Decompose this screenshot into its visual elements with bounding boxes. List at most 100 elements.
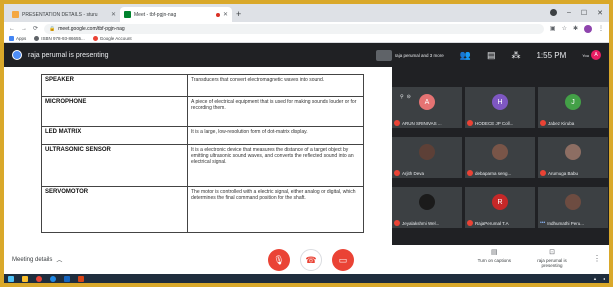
file-explorer-icon[interactable] [22, 275, 28, 282]
meeting-details-button[interactable]: Meeting details ︿ [12, 255, 63, 265]
slides-favicon-icon [12, 11, 19, 18]
close-icon[interactable]: ✕ [111, 11, 116, 18]
participant-tile[interactable]: ••• Indhumathi Peru... [538, 187, 608, 228]
meet-favicon-icon [124, 11, 131, 18]
close-icon[interactable]: ✕ [223, 11, 228, 18]
participant-tile[interactable]: A ⚲ ⊝ ARUN SRINIVAS ... [392, 87, 462, 128]
volume-icon[interactable]: ◂ [603, 276, 605, 281]
forward-icon[interactable]: → [21, 26, 27, 32]
windows-start-icon[interactable] [8, 275, 14, 282]
participant-tile[interactable]: J Jabez Kiruba [538, 87, 608, 128]
thumbnail-label: raja perumal and 3 more [394, 52, 444, 58]
close-window-icon[interactable]: ✕ [597, 9, 603, 17]
camera-icon[interactable]: ▣ [550, 25, 556, 32]
chrome-icon[interactable] [36, 275, 42, 282]
call-controls: 🎙 ☎ ▭ [268, 249, 354, 271]
avatar [12, 50, 22, 60]
system-tray: ▲ ◂ [593, 276, 605, 281]
you-label: You [582, 52, 589, 58]
mic-muted-icon [540, 170, 546, 176]
back-icon[interactable]: ← [9, 26, 15, 32]
chevron-up-icon: ︿ [56, 258, 63, 264]
reload-icon[interactable]: ⟳ [33, 25, 38, 32]
participant-tile[interactable]: R RajaPerumal T.A [465, 187, 535, 228]
table-row: ULTRASONIC SENSOR It is a electronic devi… [41, 144, 364, 187]
address-bar: ← → ⟳ 🔒 meet.google.com/tbf-pgjn-nag ▣ ☆… [4, 22, 609, 35]
participant-name-row: Jabez Kiruba [540, 120, 606, 126]
table-row: SERVOMOTOR The motor is controlled with a… [41, 186, 364, 233]
participant-tile[interactable]: Jeyalakshmi Wel... [392, 187, 462, 228]
term-cell: LED MATRIX [41, 126, 188, 145]
avatar [492, 144, 508, 160]
menu-icon[interactable]: ⋮ [598, 25, 604, 32]
participant-name-row: Jeyalakshmi Wel... [394, 220, 460, 226]
avatar[interactable] [584, 24, 592, 33]
avatar [419, 144, 435, 160]
new-tab-button[interactable]: + [236, 9, 241, 19]
clock: 1:55 PM [536, 50, 567, 60]
presenter-thumbnail[interactable]: raja perumal and 3 more [375, 49, 444, 61]
meet-top-controls: raja perumal and 3 more 👥 ▤ ⁂ 1:55 PM Yo… [375, 49, 601, 61]
pin-icon[interactable]: ⚲ [400, 94, 404, 100]
mic-muted-icon [467, 120, 473, 126]
self-tile-controls: ⚲ ⊝ [400, 94, 411, 100]
people-icon[interactable]: 👥 [460, 50, 471, 61]
maximize-icon[interactable]: ☐ [581, 9, 587, 17]
tab-title: Meet - tbf-pgjn-nag [134, 11, 177, 18]
participant-tile[interactable]: H HODECE JP Coll... [465, 87, 535, 128]
definition-cell: Transducers that convert electromagnetic… [187, 74, 364, 97]
term-cell: ULTRASONIC SENSOR [41, 144, 188, 187]
bookmark-google-account[interactable]: Google Account [92, 36, 132, 41]
tab-meet[interactable]: Meet - tbf-pgjn-nag ✕ [120, 7, 232, 22]
avatar: R [492, 194, 508, 210]
bookmark-label: ISBN 978-93-86655... [41, 36, 85, 41]
window-controls: – ☐ ✕ [549, 9, 609, 17]
self-view[interactable]: You A [582, 50, 601, 60]
network-icon[interactable]: ▲ [593, 276, 597, 281]
phone-hangup-icon: ☎ [305, 254, 317, 265]
participant-grid: A ⚲ ⊝ ARUN SRINIVAS ... H HODECE JP Coll... J J… [392, 87, 609, 245]
avatar [419, 194, 435, 210]
participant-name: debaparna seng... [475, 170, 512, 176]
camera-off-button[interactable]: ▭ [332, 249, 354, 271]
profile-icon[interactable] [549, 9, 557, 16]
leave-call-button[interactable]: ☎ [300, 249, 322, 271]
word-icon[interactable] [64, 275, 70, 282]
present-status-button[interactable]: ⊡ raja perumal is presenting [533, 248, 571, 268]
mic-muted-icon [467, 220, 473, 226]
participant-tile[interactable]: debaparna seng... [465, 137, 535, 178]
bookmark-apps[interactable]: Apps [9, 36, 26, 41]
url-field[interactable]: 🔒 meet.google.com/tbf-pgjn-nag [44, 23, 544, 34]
bookmark-isbn[interactable]: ISBN 978-93-86655... [34, 36, 85, 41]
captions-button[interactable]: ▤ Turn on captions [478, 248, 511, 268]
activities-icon[interactable]: ⁂ [511, 50, 520, 61]
more-options-icon[interactable]: ⋮ [593, 254, 601, 263]
mic-muted-icon [467, 170, 473, 176]
presentation-thumbnail-icon [375, 49, 392, 61]
mic-muted-icon [394, 120, 400, 126]
edge-icon[interactable] [50, 275, 56, 282]
mic-off-icon: 🎙 [273, 254, 285, 265]
definition-cell: A piece of electrical equipment that is … [187, 96, 364, 127]
avatar: J [565, 94, 581, 110]
chat-icon[interactable]: ▤ [487, 50, 496, 61]
definition-cell: The motor is controlled with a electric … [187, 186, 364, 233]
minimize-icon[interactable]: – [567, 9, 571, 17]
participant-name: ARUN SRINIVAS ... [402, 120, 442, 126]
participant-tile[interactable]: Arjith Deva [392, 137, 462, 178]
bookmarks-bar: Apps ISBN 978-93-86655... Google Account [4, 35, 609, 43]
tab-presentation[interactable]: PRESENTATION DETAILS - sturu ✕ [8, 7, 120, 22]
powerpoint-icon[interactable] [78, 275, 84, 282]
avatar: A [419, 94, 435, 110]
mic-off-button[interactable]: 🎙 [268, 249, 290, 271]
participant-name: Jabez Kiruba [548, 120, 575, 126]
participant-name: Arjith Deva [402, 170, 425, 176]
star-icon[interactable]: ☆ [562, 25, 567, 32]
more-icon[interactable]: ⊝ [407, 94, 411, 100]
captions-label: Turn on captions [477, 258, 511, 263]
presentation-view: SPEAKER Transducers that convert electrom… [4, 67, 392, 245]
extension-icon[interactable]: ✱ [573, 25, 578, 32]
term-cell: MICROPHONE [41, 96, 188, 127]
presenter-banner: raja perumal is presenting [28, 51, 109, 59]
participant-tile[interactable]: Arumuga Babu [538, 137, 608, 178]
